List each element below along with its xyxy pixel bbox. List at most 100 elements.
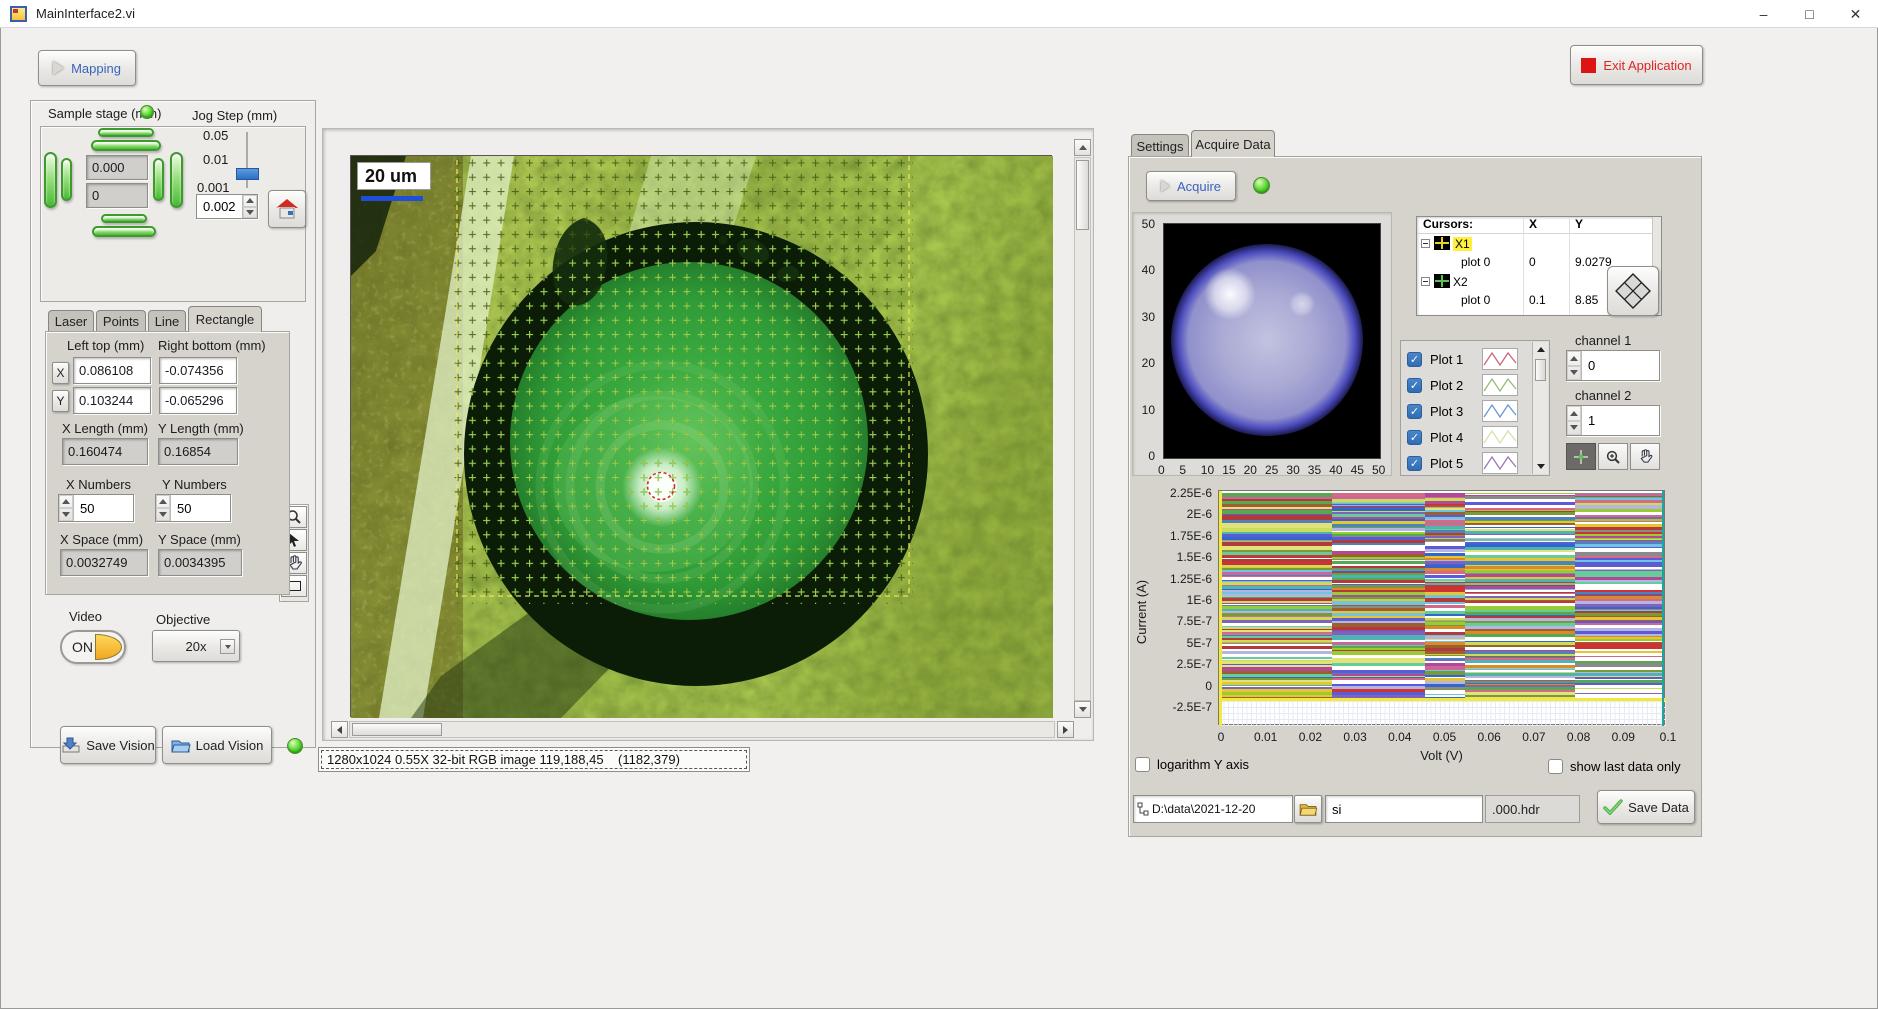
cursor-x2-name[interactable]: X2 xyxy=(1453,275,1468,289)
browse-folder-button[interactable] xyxy=(1294,795,1322,823)
plot-legend-row[interactable]: ✓ Plot 5 xyxy=(1407,451,1529,475)
tab-line[interactable]: Line xyxy=(148,310,186,332)
h-scrollbar-track[interactable] xyxy=(349,721,1055,738)
y-numbers-stepper[interactable]: 50 xyxy=(155,494,231,522)
plot-visible-checkbox[interactable]: ✓ xyxy=(1407,456,1422,471)
exit-application-button[interactable]: Exit Application xyxy=(1570,45,1703,85)
right-bottom-x-field[interactable]: -0.074356 xyxy=(159,357,237,384)
plot-visible-checkbox[interactable]: ✓ xyxy=(1407,352,1422,367)
tree-collapse-icon[interactable] xyxy=(1421,277,1430,286)
cursor-mover-button[interactable] xyxy=(1607,266,1659,316)
jog-right-button[interactable] xyxy=(170,152,183,208)
jog-down-inner-button[interactable] xyxy=(101,214,147,223)
plot-legend-row[interactable]: ✓Plot 1 xyxy=(1407,347,1529,371)
tab-laser[interactable]: Laser xyxy=(48,310,94,332)
home-button[interactable] xyxy=(268,190,306,228)
save-path-control[interactable]: D:\data\2021-12-20 xyxy=(1133,795,1293,823)
tab-points[interactable]: Points xyxy=(96,310,146,332)
save-vision-button[interactable]: Save Vision xyxy=(60,726,156,764)
channel2-stepper[interactable]: 1 xyxy=(1566,405,1660,436)
file-name-field[interactable]: si xyxy=(1325,795,1483,823)
graph-cursor-tool-button[interactable] xyxy=(1566,443,1596,470)
left-top-y-field[interactable]: 0.103244 xyxy=(73,387,151,414)
dropdown-arrow-icon[interactable] xyxy=(220,639,235,654)
labview-window: MainInterface2.vi – □ ✕ Mapping Exit App… xyxy=(0,0,1878,1009)
plot-line-sample[interactable] xyxy=(1482,348,1518,370)
plot-line-sample[interactable] xyxy=(1482,400,1518,422)
tab-rectangle[interactable]: Rectangle xyxy=(188,306,262,332)
v-scrollbar-thumb[interactable] xyxy=(1076,160,1089,230)
channel1-stepper[interactable]: 0 xyxy=(1566,350,1660,381)
jog-left-button[interactable] xyxy=(44,152,57,208)
cursor-x1-name[interactable]: X1 xyxy=(1453,237,1472,251)
jog-right-inner-button[interactable] xyxy=(153,158,164,201)
right-bottom-y-field[interactable]: -0.065296 xyxy=(159,387,237,414)
jog-tick-0001[interactable]: 0.001 xyxy=(197,180,230,195)
x-numbers-stepper[interactable]: 50 xyxy=(58,494,134,522)
channel2-value[interactable]: 1 xyxy=(1582,406,1659,435)
tab-acquire-data[interactable]: Acquire Data xyxy=(1191,130,1275,157)
jog-step-value[interactable]: 0.002 xyxy=(197,195,242,218)
tab-settings[interactable]: Settings xyxy=(1131,134,1189,157)
video-toggle[interactable]: ON xyxy=(60,630,126,664)
acquire-button[interactable]: Acquire xyxy=(1146,171,1236,201)
scroll-up-button[interactable] xyxy=(1074,139,1091,156)
microscope-image[interactable]: 20 um xyxy=(350,155,1052,717)
plot-label: Plot 3 xyxy=(1430,404,1474,419)
jog-step-stepper[interactable]: 0.002 xyxy=(196,194,258,219)
jog-tick-001[interactable]: 0.01 xyxy=(203,152,228,167)
graph-pan-tool-button[interactable] xyxy=(1630,443,1660,470)
show-last-option[interactable]: show last data only xyxy=(1548,759,1681,774)
jog-up-button[interactable] xyxy=(91,140,161,151)
intensity-graph[interactable]: 01020304050 05101520253035404550 xyxy=(1132,212,1392,476)
plot-line-sample[interactable] xyxy=(1482,452,1518,474)
scroll-down-button[interactable] xyxy=(1074,701,1091,718)
x-axis-button[interactable]: X xyxy=(52,362,69,384)
scroll-left-button[interactable] xyxy=(331,721,348,738)
maximize-button[interactable]: □ xyxy=(1787,0,1832,28)
iv-plot-area[interactable] xyxy=(1218,490,1665,725)
plot-legend-row[interactable]: ✓Plot 2 xyxy=(1407,373,1529,397)
plot-line-sample[interactable] xyxy=(1482,374,1518,396)
close-button[interactable]: ✕ xyxy=(1833,0,1878,28)
v-scrollbar-track[interactable] xyxy=(1074,157,1091,701)
tree-collapse-icon[interactable] xyxy=(1421,239,1430,248)
jog-up-inner-button[interactable] xyxy=(98,128,154,137)
minimize-button[interactable]: – xyxy=(1741,0,1786,28)
jog-tick-005[interactable]: 0.05 xyxy=(203,128,228,143)
jog-left-inner-button[interactable] xyxy=(61,158,72,201)
iv-right-cursor-line[interactable] xyxy=(1662,491,1664,726)
left-top-x-field[interactable]: 0.086108 xyxy=(73,357,151,384)
show-last-checkbox[interactable] xyxy=(1548,759,1563,774)
mapping-button[interactable]: Mapping xyxy=(38,50,136,86)
iv-y-tick: 5E-7 xyxy=(1134,636,1212,650)
save-path-value[interactable]: D:\data\2021-12-20 xyxy=(1152,802,1255,816)
save-data-button[interactable]: Save Data xyxy=(1597,790,1695,824)
folder-open-icon xyxy=(171,737,191,754)
plot-legend-row[interactable]: ✓Plot 4 xyxy=(1407,425,1529,449)
load-vision-button[interactable]: Load Vision xyxy=(162,726,272,764)
y-axis-button[interactable]: Y xyxy=(52,390,69,412)
plot-label: Plot 5 xyxy=(1430,456,1474,471)
plot-visible-checkbox[interactable]: ✓ xyxy=(1407,404,1422,419)
plot-visible-checkbox[interactable]: ✓ xyxy=(1407,430,1422,445)
log-y-checkbox[interactable] xyxy=(1135,757,1150,772)
graph-zoom-tool-button[interactable] xyxy=(1598,443,1628,470)
x-numbers-value[interactable]: 50 xyxy=(74,495,133,521)
plot-visible-checkbox[interactable]: ✓ xyxy=(1407,378,1422,393)
y-numbers-value[interactable]: 50 xyxy=(171,495,230,521)
legend-scroll-thumb[interactable] xyxy=(1535,359,1546,381)
video-state: ON xyxy=(72,639,93,655)
objective-label: Objective xyxy=(156,612,210,627)
legend-scrollbar[interactable] xyxy=(1532,342,1548,474)
channel1-value[interactable]: 0 xyxy=(1582,351,1659,380)
jog-slider-handle[interactable] xyxy=(236,168,259,180)
jog-down-button[interactable] xyxy=(92,226,156,237)
plot-legend-row[interactable]: ✓ Plot 3 xyxy=(1407,399,1529,423)
log-y-option[interactable]: logarithm Y axis xyxy=(1135,757,1249,772)
scroll-right-button[interactable] xyxy=(1057,721,1074,738)
h-scrollbar-thumb[interactable] xyxy=(352,723,442,736)
plot-line-sample[interactable] xyxy=(1482,426,1518,448)
intensity-plot-area[interactable] xyxy=(1163,223,1381,459)
objective-dropdown[interactable]: 20x xyxy=(152,630,240,662)
